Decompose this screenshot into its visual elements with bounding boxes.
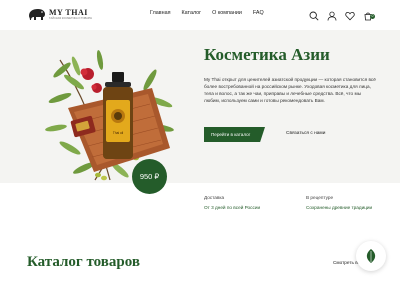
nav-item-faq[interactable]: FAQ (253, 10, 264, 16)
brand-name: MY THAI (49, 8, 88, 17)
search-icon[interactable] (309, 8, 319, 21)
nav-item-catalog[interactable]: Каталог (182, 10, 202, 16)
nav-item-about[interactable]: О компании (212, 10, 242, 16)
delivery-label: Доставка (204, 195, 225, 200)
main-nav: Главная Каталог О компании FAQ (150, 10, 275, 16)
recipe-value: Сохранены древние традиции (306, 205, 373, 210)
go-to-catalog-button[interactable]: Перейти в каталог (204, 127, 265, 142)
heart-icon[interactable] (345, 8, 355, 21)
contact-us-link[interactable]: Связаться с нами (286, 131, 325, 136)
price-badge: 950 ₽ (132, 159, 167, 194)
catalog-title: Каталог товаров (27, 254, 140, 270)
bottle-label: Thai oil (113, 131, 124, 135)
recipe-label: В рецептуре (306, 195, 334, 200)
user-icon[interactable] (327, 8, 337, 21)
nav-item-home[interactable]: Главная (150, 10, 171, 16)
brand-tagline: ТАЙСКАЯ КОСМЕТИКА И ТОВАРЫ (49, 17, 92, 20)
leaf-icon (366, 249, 376, 263)
header-actions: 0 (309, 8, 375, 21)
hero-title: Косметика Азии (204, 45, 330, 64)
elephant-logo-icon (29, 9, 45, 20)
cart-icon[interactable]: 0 (363, 8, 375, 21)
leaf-floating-button[interactable] (356, 241, 386, 271)
site-header: MY THAI ТАЙСКАЯ КОСМЕТИКА И ТОВАРЫ Главн… (0, 0, 400, 30)
hero-section: Thai oil Косметика Азии My Thai открыт д… (0, 30, 400, 183)
delivery-value: От 3 дней по всей России (204, 205, 261, 210)
cart-count-badge: 0 (370, 14, 375, 19)
logo[interactable]: MY THAI ТАЙСКАЯ КОСМЕТИКА И ТОВАРЫ (27, 7, 92, 23)
hero-product-image: Thai oil (45, 50, 174, 181)
hero-description: My Thai открыт для ценителей азиатской п… (204, 77, 376, 103)
